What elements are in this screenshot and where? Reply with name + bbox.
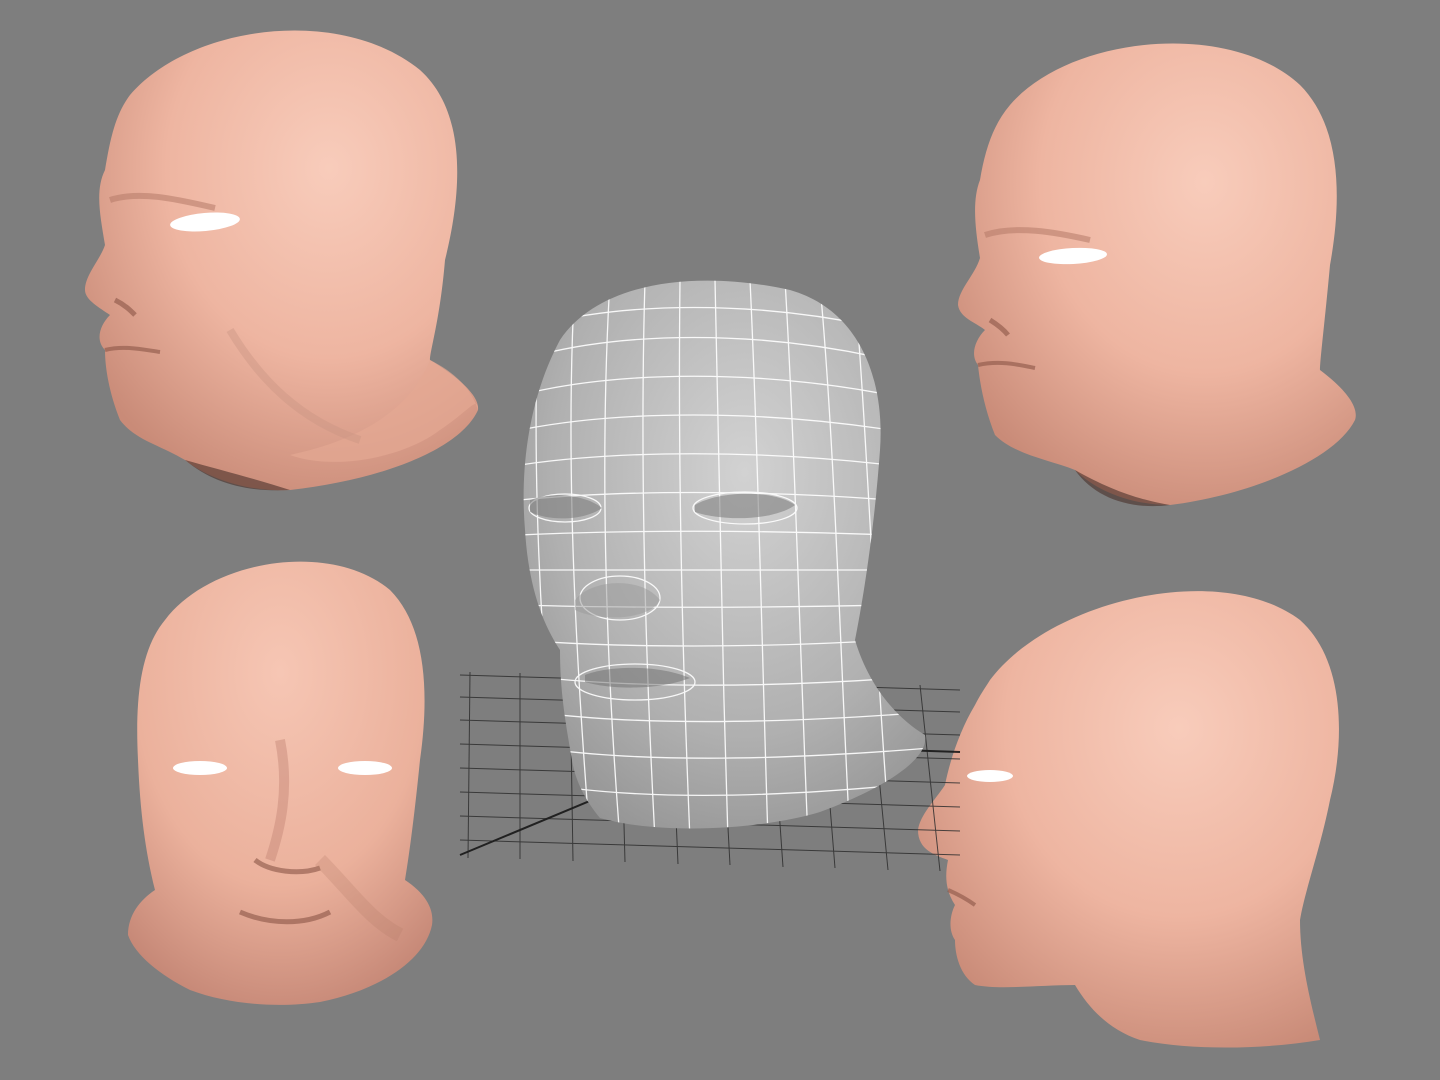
head-view-top-right [958, 43, 1356, 507]
render-scene [85, 30, 1356, 1048]
head-view-top-left [85, 30, 479, 491]
render-canvas [0, 0, 1440, 1080]
head-view-bottom-right [918, 591, 1339, 1048]
head-view-center-wireframe [523, 280, 926, 829]
head-view-bottom-left [128, 561, 433, 1005]
